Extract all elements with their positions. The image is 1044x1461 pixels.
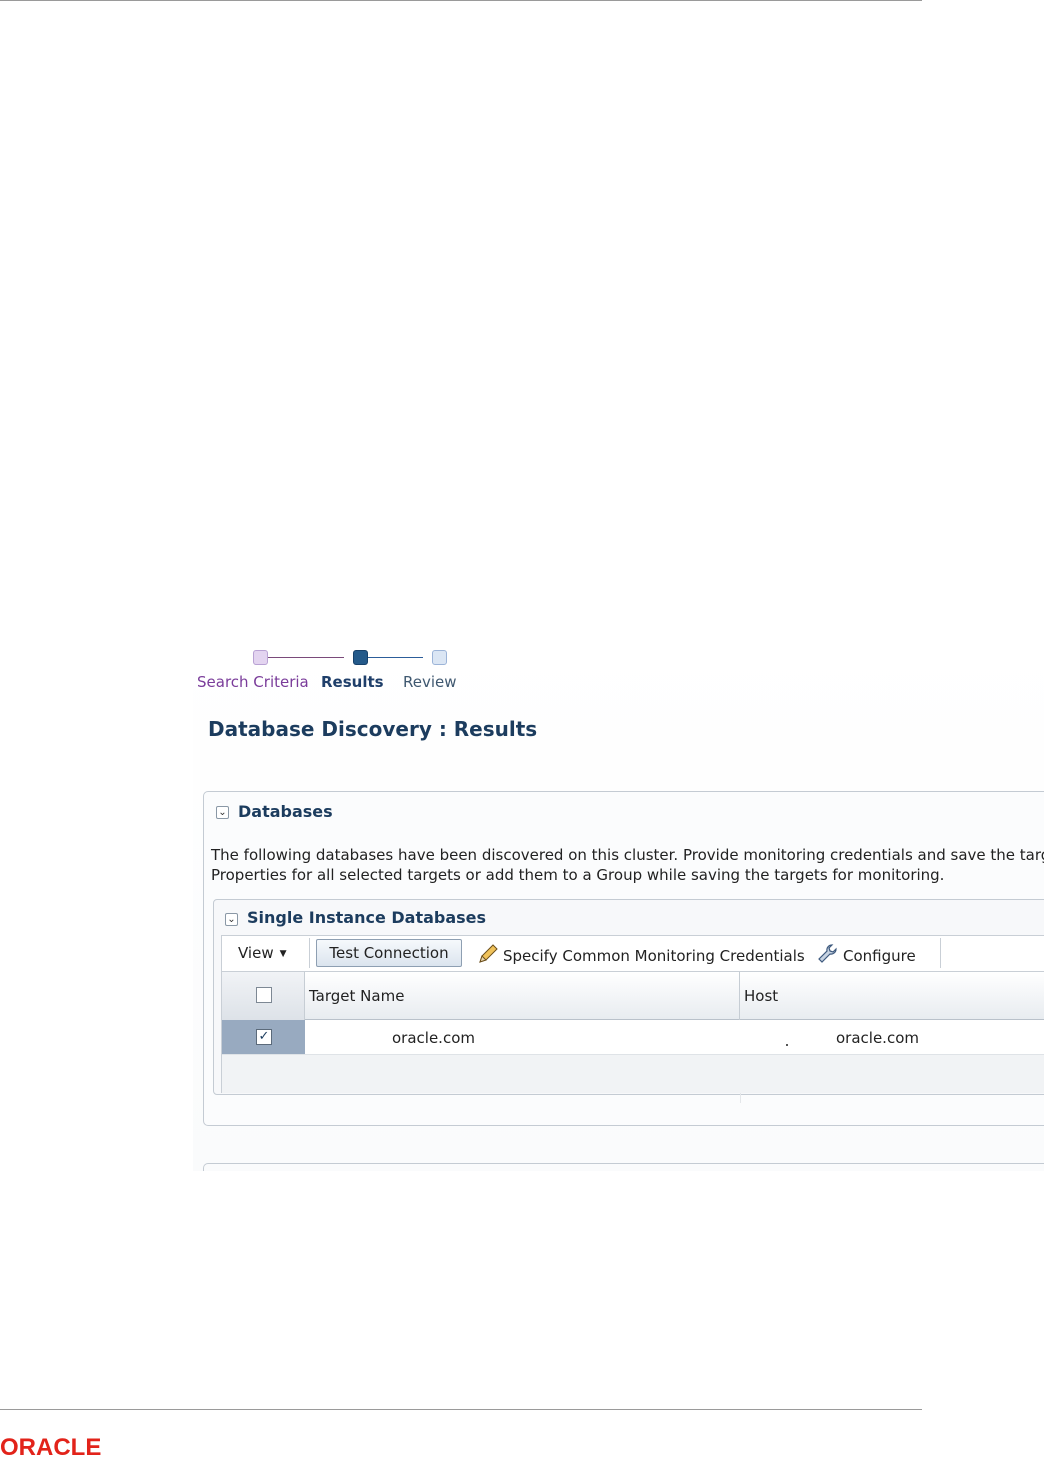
train-connector [268, 657, 344, 658]
page-title: Database Discovery : Results [208, 717, 538, 741]
column-header-host[interactable]: Host [740, 972, 1044, 1020]
specify-credentials-label: Specify Common Monitoring Credentials [503, 947, 805, 965]
description-line: The following databases have been discov… [211, 846, 1044, 864]
screenshot-figure: Search Criteria Results Review Database … [193, 641, 1044, 1171]
disclosure-icon[interactable]: ⌄ [216, 806, 229, 819]
train-label-results: Results [321, 673, 384, 691]
toolbar-separator [309, 938, 310, 968]
train-connector [368, 657, 423, 658]
column-header-label: Target Name [309, 987, 405, 1005]
disclosure-icon[interactable]: ⌄ [225, 913, 238, 926]
wrench-icon [818, 944, 837, 963]
train-label-review[interactable]: Review [403, 673, 457, 691]
single-instance-panel: ⌄ Single Instance Databases View ▼ Test C… [213, 899, 1044, 1103]
select-all-header [222, 972, 305, 1020]
target-name-cell: oracle.com [392, 1029, 475, 1047]
pencil-icon [479, 944, 498, 963]
column-header-label: Host [744, 987, 779, 1005]
configure-button[interactable]: Configure [817, 943, 916, 965]
databases-description: The following databases have been discov… [211, 845, 1044, 885]
top-rule [0, 0, 922, 1]
chevron-down-icon: ▼ [279, 948, 287, 959]
row-checkbox-checked[interactable]: ✓ [256, 1029, 272, 1045]
bottom-rule [0, 1409, 922, 1410]
view-menu-label: View [238, 944, 274, 962]
test-connection-button[interactable]: Test Connection [316, 939, 462, 967]
table-header-row: Target Name Host [222, 972, 1044, 1020]
train-navigation: Search Criteria Results Review [193, 641, 593, 701]
table-toolbar: View ▼ Test Connection Specify Common Mon… [221, 935, 1044, 971]
configure-label: Configure [843, 947, 916, 965]
host-cell: oracle.com [836, 1029, 919, 1047]
select-all-checkbox[interactable] [256, 987, 272, 1003]
train-stop-review[interactable] [432, 650, 447, 665]
oracle-logo: ORACLE [0, 1436, 101, 1460]
table-empty-area [222, 1055, 1044, 1093]
toolbar-separator [940, 938, 941, 968]
column-header-target-name[interactable]: Target Name [305, 972, 740, 1020]
description-line: Properties for all selected targets or a… [211, 866, 945, 884]
table-row[interactable]: ✓ oracle.com oracle.com [222, 1020, 1044, 1103]
train-stop-search-criteria[interactable] [253, 650, 268, 665]
view-menu[interactable]: View ▼ [238, 944, 287, 962]
specify-credentials-button[interactable]: Specify Common Monitoring Credentials [477, 943, 805, 965]
databases-header: Databases [238, 802, 333, 821]
train-stop-results [353, 650, 368, 665]
oracle-logo-text: ORACLE [0, 1434, 102, 1461]
databases-panel: ⌄ Databases The following databases have… [203, 791, 1044, 1126]
single-instance-header: Single Instance Databases [247, 908, 487, 927]
row-selector: ✓ [222, 1020, 305, 1054]
cell-dot [786, 1044, 788, 1046]
databases-table: Target Name Host ✓ oracle.com oracle.com [221, 971, 1044, 1103]
train-label-search-criteria[interactable]: Search Criteria [197, 673, 309, 691]
next-panel-edge [203, 1163, 1044, 1171]
